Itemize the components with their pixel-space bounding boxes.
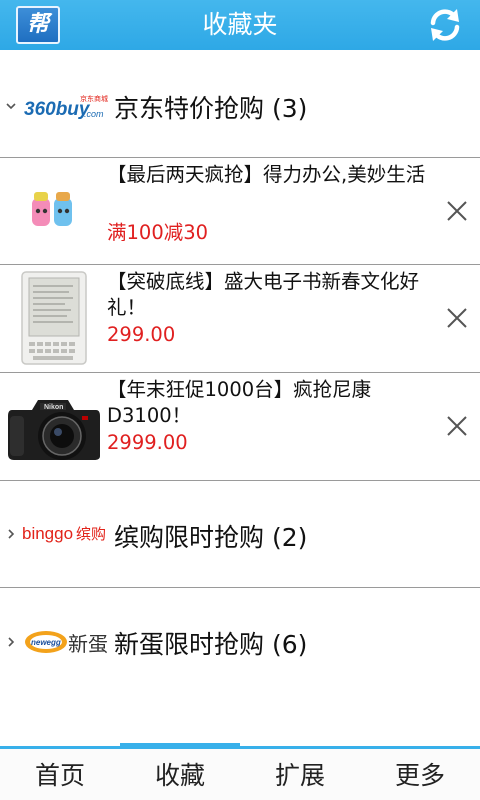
divider	[0, 587, 480, 588]
nikon-camera-image: Nikon	[6, 379, 102, 473]
deal-item[interactable]: Nikon 【年末狂促1000台】疯抢尼康D3100！ 2999.00	[0, 373, 480, 479]
logo-sub-newegg: 新蛋	[68, 632, 108, 656]
refresh-icon	[430, 9, 460, 41]
tab-favorites[interactable]: 收藏	[120, 743, 240, 800]
group-header-binggo[interactable]: binggo 缤购 缤购限时抢购 (2)	[0, 508, 480, 564]
deal-item[interactable]: 【最后两天疯抢】得力办公,美妙生活 满100减30	[0, 158, 480, 264]
group-header-newegg[interactable]: newegg 新蛋 新蛋限时抢购 (6)	[0, 614, 480, 670]
chevron-right-icon	[4, 527, 18, 541]
deal-price: 满100减30	[107, 221, 209, 244]
logo-domain: .com	[84, 109, 104, 119]
deal-title: 【突破底线】盛大电子书新春文化好礼！	[107, 270, 420, 319]
chevron-down-icon	[4, 99, 18, 113]
bottom-tab-bar: 首页 收藏 扩展 更多	[0, 743, 480, 800]
newegg-logo: newegg 新蛋	[22, 627, 114, 657]
group-header-jd[interactable]: 360buy 京东商城 .com 京东特价抢购 (3)	[0, 78, 480, 134]
deal-price: 2999.00	[107, 431, 188, 454]
tab-more[interactable]: 更多	[360, 749, 480, 800]
chevron-right-icon	[4, 635, 18, 649]
logo-sub-binggo: 缤购	[76, 525, 106, 543]
refresh-button[interactable]	[424, 5, 466, 45]
divider	[0, 480, 480, 481]
close-icon[interactable]	[444, 413, 470, 439]
jd-360buy-logo: 360buy 京东商城 .com	[22, 91, 108, 121]
group-title-binggo: 缤购限时抢购 (2)	[114, 523, 308, 552]
deal-item[interactable]: 【突破底线】盛大电子书新春文化好礼！ 299.00	[0, 265, 480, 371]
deal-title: 【最后两天疯抢】得力办公,美妙生活	[107, 163, 426, 186]
logo-text-binggo: binggo	[22, 524, 73, 543]
group-title-jd: 京东特价抢购 (3)	[114, 94, 308, 123]
toy-bottles-image	[6, 164, 102, 258]
camera-brand: Nikon	[44, 404, 63, 411]
logo-text-newegg: newegg	[31, 638, 61, 647]
ebook-reader-image	[6, 271, 102, 365]
binggo-logo: binggo 缤购	[22, 518, 112, 548]
group-title-newegg: 新蛋限时抢购 (6)	[114, 630, 308, 659]
deal-title: 【年末狂促1000台】疯抢尼康D3100！	[107, 378, 372, 427]
close-icon[interactable]	[444, 305, 470, 331]
app-header: 帮 收藏夹	[0, 0, 480, 50]
page-title: 收藏夹	[202, 10, 278, 39]
deal-price: 299.00	[107, 323, 176, 346]
tab-home[interactable]: 首页	[0, 749, 120, 800]
tab-extensions[interactable]: 扩展	[240, 749, 360, 800]
logo-sub-jd: 京东商城	[80, 94, 108, 103]
close-icon[interactable]	[444, 198, 470, 224]
